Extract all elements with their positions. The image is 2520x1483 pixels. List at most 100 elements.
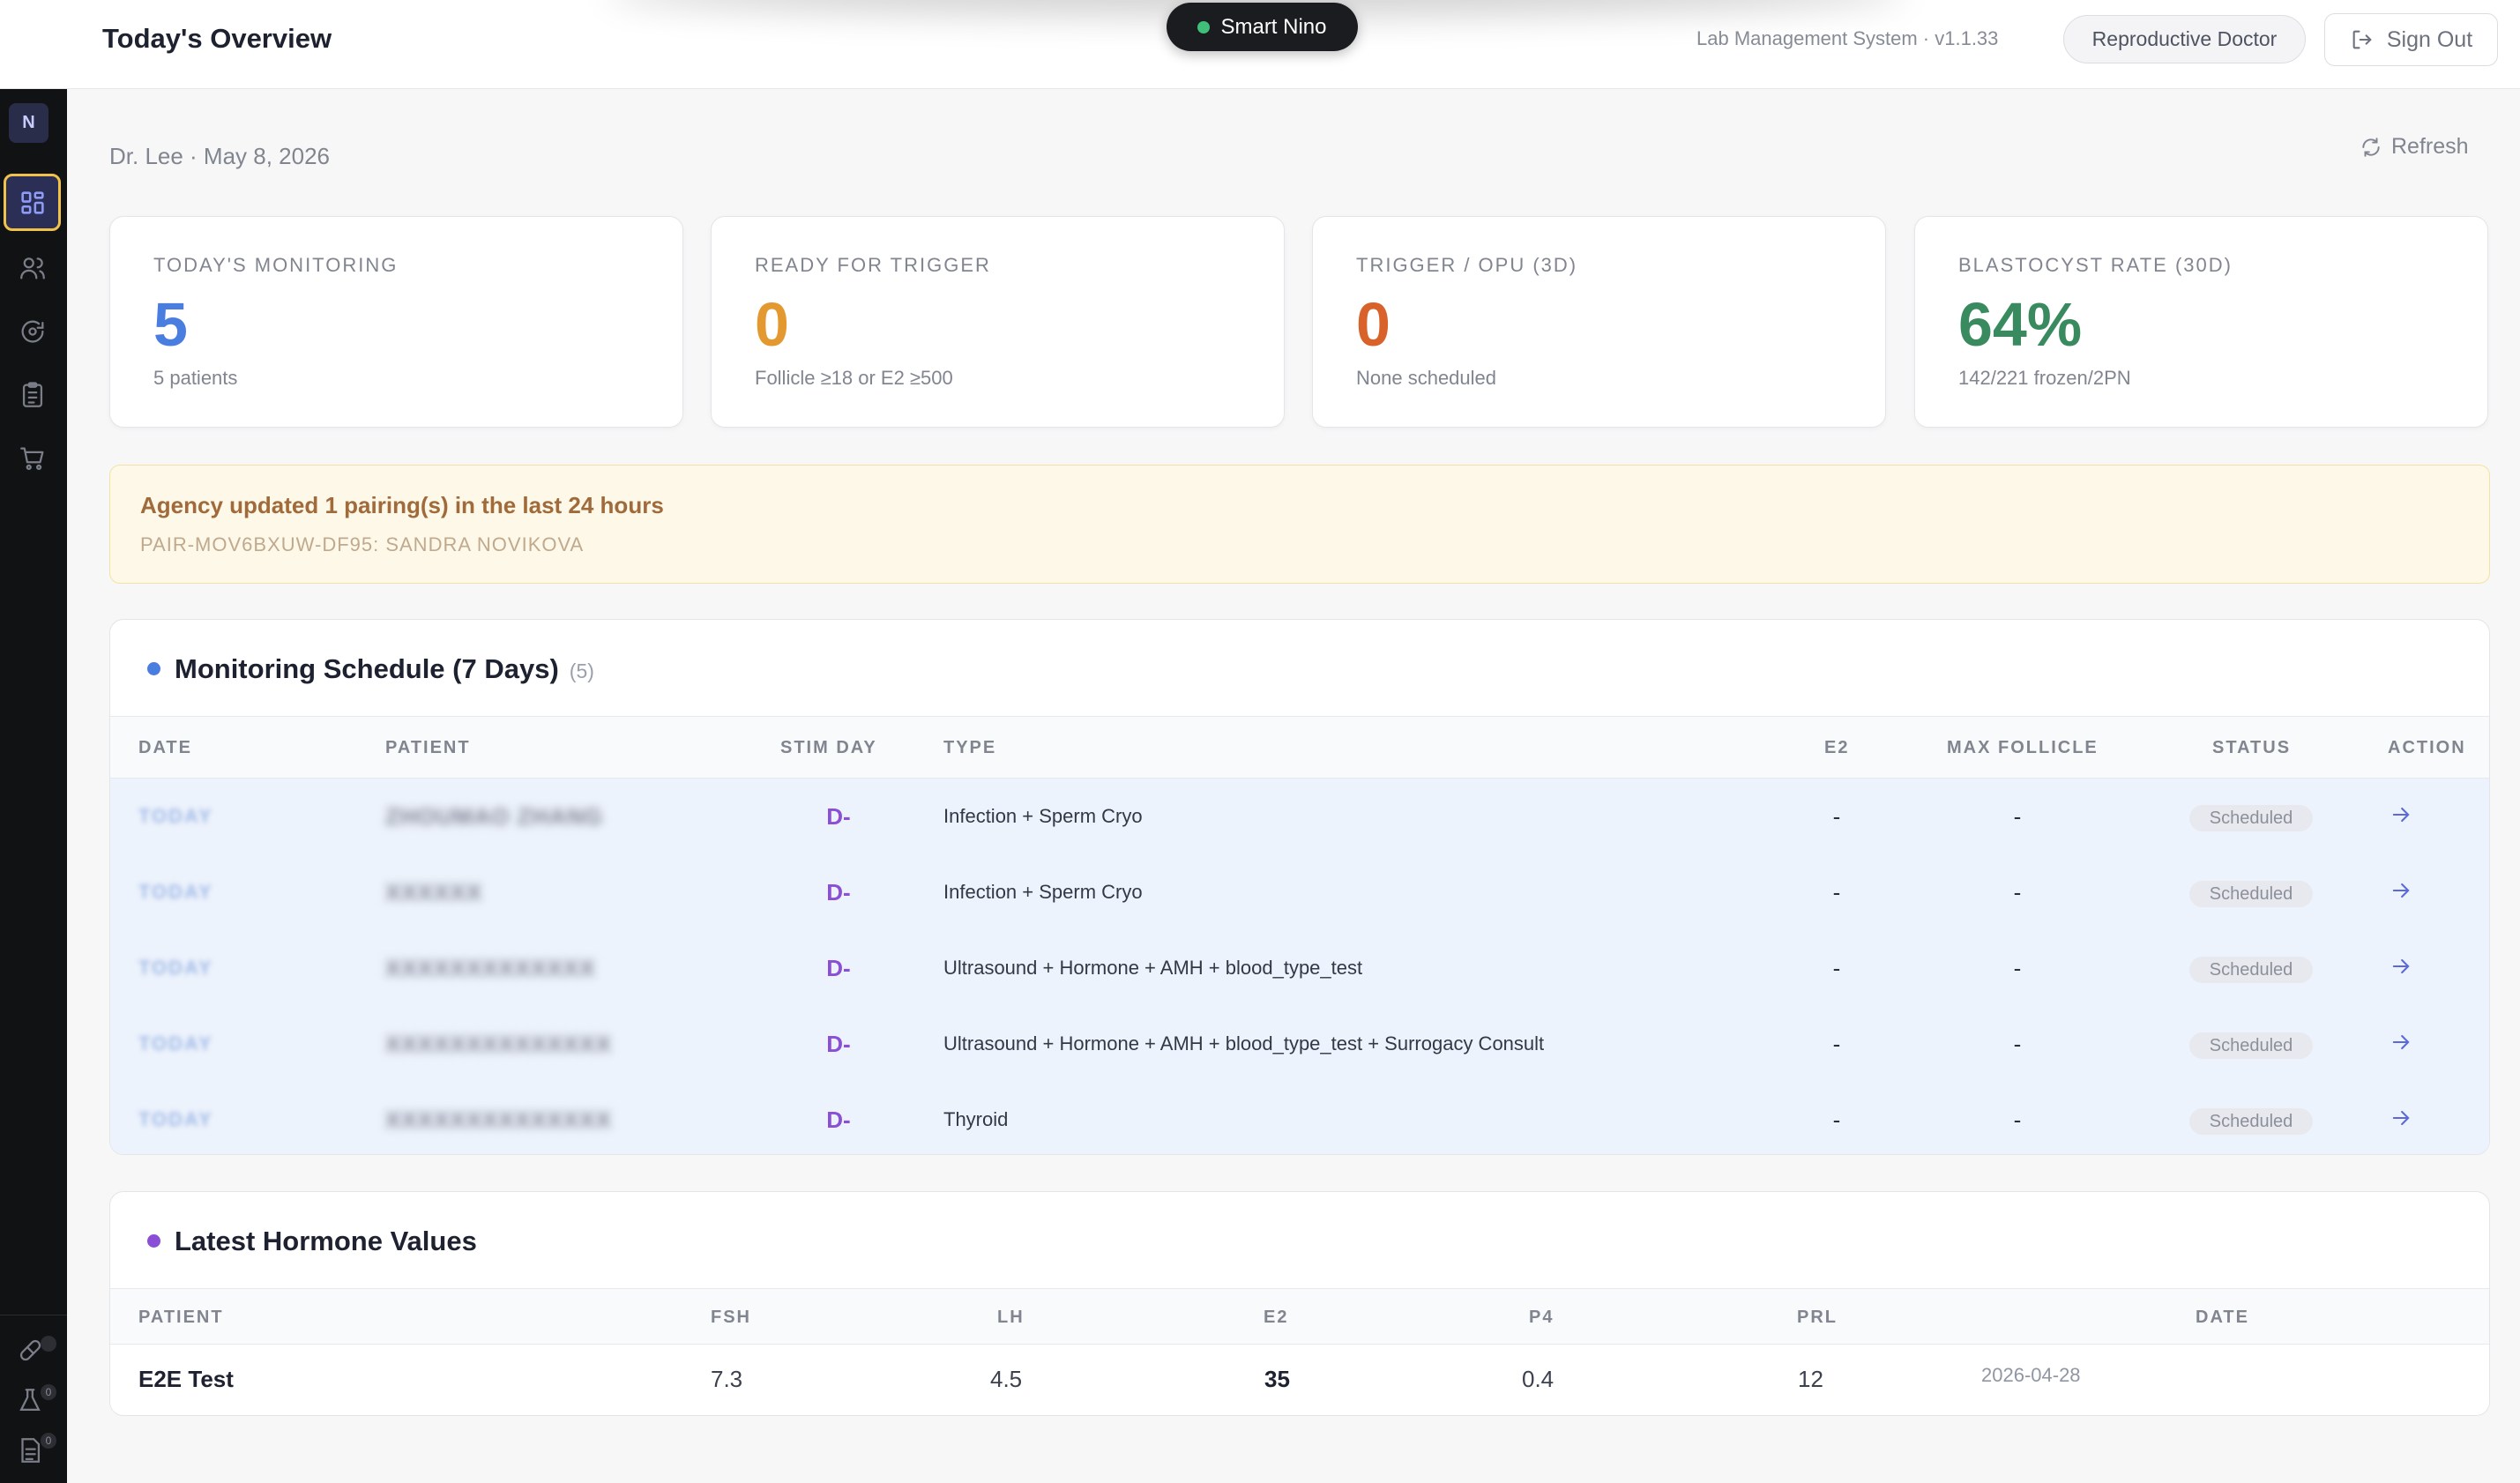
stat-card-blastocyst-rate[interactable]: BLASTOCYST RATE (30D) 64% 142/221 frozen… bbox=[1914, 216, 2488, 428]
stat-label: TRIGGER / OPU (3D) bbox=[1356, 254, 1578, 276]
stat-value: 5 bbox=[153, 290, 188, 359]
column-header-lh: LH bbox=[997, 1308, 1025, 1327]
row-date: TODAY bbox=[138, 1032, 213, 1054]
sidebar-badge: 0 bbox=[41, 1384, 56, 1400]
row-date: TODAY bbox=[138, 805, 213, 827]
panel-title-text: Monitoring Schedule (7 Days) bbox=[175, 653, 559, 684]
row-patient[interactable]: E2E Test bbox=[138, 1345, 234, 1413]
sidebar-badge: 0 bbox=[41, 1433, 56, 1449]
row-max-follicle: - bbox=[2013, 954, 2022, 981]
row-prl: 12 bbox=[1798, 1365, 1823, 1392]
stat-caption: Follicle ≥18 or E2 ≥500 bbox=[755, 367, 953, 389]
hormone-values-panel: Latest Hormone Values PATIENT FSH LH E2 … bbox=[109, 1191, 2490, 1416]
stat-card-monitoring[interactable]: TODAY'S MONITORING 5 5 patients bbox=[109, 216, 683, 428]
row-e2: - bbox=[1832, 802, 1841, 830]
row-max-follicle: - bbox=[2013, 1106, 2022, 1133]
pairing-update-notice: Agency updated 1 pairing(s) in the last … bbox=[109, 465, 2490, 584]
row-patient[interactable]: ZHOUMAO ZHANG bbox=[385, 779, 603, 854]
row-date: TODAY bbox=[138, 881, 213, 903]
stat-card-trigger-ready[interactable]: READY FOR TRIGGER 0 Follicle ≥18 or E2 ≥… bbox=[711, 216, 1285, 428]
page-title: Today's Overview bbox=[102, 23, 332, 54]
table-row[interactable]: TODAY XXXXXXXXXXXXXX D- Thyroid - - Sche… bbox=[110, 1082, 2489, 1154]
stat-label: BLASTOCYST RATE (30D) bbox=[1958, 254, 2233, 276]
row-patient[interactable]: XXXXXXXXXXXXXX bbox=[385, 1006, 612, 1082]
sidebar-item-cycles[interactable] bbox=[4, 302, 61, 360]
clipboard-icon bbox=[22, 381, 42, 407]
doctor-date-context: Dr. Lee · May 8, 2026 bbox=[109, 143, 331, 169]
stat-caption: None scheduled bbox=[1356, 367, 1497, 389]
status-badge: Scheduled bbox=[2189, 881, 2313, 907]
stat-value: 0 bbox=[1356, 290, 1390, 359]
column-header-action: ACTION bbox=[2388, 738, 2466, 757]
row-stim-day: D- bbox=[826, 954, 851, 981]
sidebar-item-records[interactable] bbox=[4, 366, 61, 423]
cart-icon bbox=[19, 447, 43, 470]
row-max-follicle: - bbox=[2013, 878, 2022, 905]
row-patient[interactable]: XXXXXXXXXXXXX bbox=[385, 930, 595, 1006]
column-header-fsh: FSH bbox=[711, 1308, 751, 1327]
row-type: Ultrasound + Hormone + AMH + blood_type_… bbox=[943, 957, 1363, 979]
row-date: TODAY bbox=[138, 1108, 213, 1130]
top-bar: Today's Overview Smart Nino Lab Manageme… bbox=[0, 0, 2520, 89]
sidebar-item-orders[interactable] bbox=[4, 429, 61, 487]
sidebar-badge bbox=[41, 1336, 56, 1352]
table-row[interactable]: TODAY XXXXXX D- Infection + Sperm Cryo -… bbox=[110, 854, 2489, 930]
row-type: Ultrasound + Hormone + AMH + blood_type_… bbox=[943, 1032, 1545, 1054]
table-row[interactable]: E2E Test 7.3 4.5 35 0.4 12 2026-04-28 bbox=[110, 1345, 2489, 1413]
avatar[interactable]: N bbox=[9, 103, 48, 143]
arrow-right-icon[interactable] bbox=[2389, 1106, 2413, 1130]
refresh-button[interactable]: Refresh bbox=[2360, 134, 2469, 160]
row-p4: 0.4 bbox=[1522, 1365, 1554, 1392]
row-e2: - bbox=[1832, 1030, 1841, 1057]
dashboard-icon bbox=[20, 190, 44, 214]
column-header-type: TYPE bbox=[943, 738, 997, 757]
column-header-patient: PATIENT bbox=[385, 738, 471, 757]
sign-out-button[interactable]: Sign Out bbox=[2324, 13, 2498, 66]
sidebar-item-dashboard[interactable] bbox=[4, 174, 61, 231]
row-max-follicle: - bbox=[2013, 802, 2022, 830]
stat-label: READY FOR TRIGGER bbox=[755, 254, 991, 276]
row-patient[interactable]: XXXXXX bbox=[385, 854, 482, 930]
sign-out-label: Sign Out bbox=[2386, 26, 2473, 52]
column-header-p4: P4 bbox=[1529, 1308, 1554, 1327]
row-max-follicle: - bbox=[2013, 1030, 2022, 1057]
column-header-e2: E2 bbox=[1824, 738, 1850, 757]
row-date: TODAY bbox=[138, 957, 213, 979]
table-row[interactable]: TODAY XXXXXXXXXXXXX D- Ultrasound + Horm… bbox=[110, 930, 2489, 1006]
stat-caption: 5 patients bbox=[153, 367, 238, 389]
notice-detail[interactable]: PAIR-MOV6BXUW-DF95: SANDRA NOVIKOVA bbox=[140, 533, 584, 556]
table-row[interactable]: TODAY ZHOUMAO ZHANG D- Infection + Sperm… bbox=[110, 779, 2489, 854]
panel-title: Monitoring Schedule (7 Days) (5) bbox=[175, 653, 594, 685]
row-e2: - bbox=[1832, 878, 1841, 905]
sidebar: N 0 0 bbox=[0, 89, 67, 1483]
arrow-right-icon[interactable] bbox=[2389, 954, 2413, 979]
arrow-right-icon[interactable] bbox=[2389, 802, 2413, 827]
assistant-label: Smart Nino bbox=[1220, 14, 1327, 39]
stat-card-trigger-opu[interactable]: TRIGGER / OPU (3D) 0 None scheduled bbox=[1312, 216, 1886, 428]
panel-count: (5) bbox=[569, 660, 594, 682]
panel-dot bbox=[147, 662, 160, 675]
monitoring-schedule-panel: Monitoring Schedule (7 Days) (5) DATE PAT… bbox=[109, 619, 2490, 1155]
table-row[interactable]: TODAY XXXXXXXXXXXXXX D- Ultrasound + Hor… bbox=[110, 1006, 2489, 1082]
arrow-right-icon[interactable] bbox=[2389, 878, 2413, 903]
panel-dot bbox=[147, 1234, 160, 1248]
row-fsh: 7.3 bbox=[711, 1365, 743, 1392]
row-e2: - bbox=[1832, 1106, 1841, 1133]
row-type: Infection + Sperm Cryo bbox=[943, 881, 1143, 903]
table-header: DATE PATIENT STIM DAY TYPE E2 MAX FOLLIC… bbox=[110, 717, 2489, 779]
notice-title: Agency updated 1 pairing(s) in the last … bbox=[140, 492, 664, 518]
sidebar-item-patients[interactable] bbox=[4, 239, 61, 296]
online-status-dot bbox=[1197, 20, 1211, 34]
column-header-max-follicle: MAX FOLLICLE bbox=[1947, 738, 2099, 757]
row-type: Infection + Sperm Cryo bbox=[943, 805, 1143, 827]
table-header: PATIENT FSH LH E2 P4 PRL DATE bbox=[110, 1289, 2489, 1345]
assistant-button[interactable]: Smart Nino bbox=[1167, 3, 1358, 51]
column-header-date: DATE bbox=[138, 738, 192, 757]
row-stim-day: D- bbox=[826, 802, 851, 830]
row-patient[interactable]: XXXXXXXXXXXXXX bbox=[385, 1082, 612, 1154]
arrow-right-icon[interactable] bbox=[2389, 1030, 2413, 1054]
column-header-patient: PATIENT bbox=[138, 1308, 224, 1327]
row-stim-day: D- bbox=[826, 1030, 851, 1057]
column-header-status: STATUS bbox=[2212, 738, 2292, 757]
pill-icon bbox=[19, 1339, 41, 1361]
